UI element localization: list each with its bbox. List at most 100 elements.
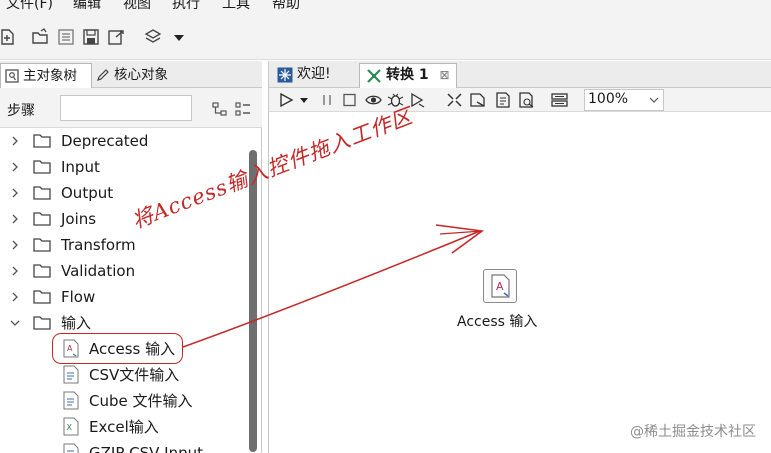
tree-step-label: CSV文件输入 <box>89 366 180 384</box>
tree-step-csv-input[interactable]: CSV文件输入 <box>0 362 248 388</box>
open-folder-icon[interactable] <box>31 28 49 46</box>
tree-folder-joins[interactable]: Joins <box>0 206 248 232</box>
replay-icon[interactable] <box>409 92 426 108</box>
canvas-node-access-input[interactable]: A <box>483 269 517 303</box>
chevron-down-icon[interactable] <box>649 96 659 104</box>
chevron-right-icon[interactable] <box>10 187 20 199</box>
tree-folder-deprecated[interactable]: Deprecated <box>0 128 248 154</box>
canvas-node-label: Access 输入 <box>457 314 538 330</box>
chevron-down-icon[interactable] <box>10 317 20 329</box>
menu-view[interactable]: 视图 <box>123 0 151 13</box>
tree-folder-transform[interactable]: Transform <box>0 232 248 258</box>
run-dropdown-icon[interactable] <box>298 92 310 108</box>
menu-run[interactable]: 执行 <box>172 0 200 13</box>
svg-text:X: X <box>67 423 73 432</box>
highlight-box <box>52 333 183 364</box>
tree-step-cube-input[interactable]: Cube 文件输入 <box>0 388 248 414</box>
transformation-editor: 欢迎! 转换 1 ⊠ 100% A Access 输入 <box>268 61 771 453</box>
left-panel-tabs: 主对象树 核心对象 <box>0 61 262 88</box>
impact-icon[interactable] <box>469 92 486 108</box>
close-tab-icon[interactable]: ⊠ <box>440 68 450 82</box>
pause-icon[interactable] <box>319 92 336 108</box>
tree-folder-label: Joins <box>61 210 97 228</box>
transform-icon <box>367 69 381 83</box>
tab-core-objects[interactable]: 核心对象 <box>92 63 190 88</box>
transformation-canvas[interactable]: A Access 输入 <box>269 112 771 453</box>
folder-icon <box>33 160 51 174</box>
tree-folder-label: Deprecated <box>61 132 149 150</box>
tab-core-objects-label: 核心对象 <box>114 67 168 83</box>
chevron-right-icon[interactable] <box>10 239 20 251</box>
menu-tools[interactable]: 工具 <box>222 0 250 13</box>
tab-main-object-tree[interactable]: 主对象树 <box>0 63 92 88</box>
tree-folder-label: Validation <box>61 262 136 280</box>
access-input-icon: A <box>491 274 510 298</box>
tab-welcome-label: 欢迎! <box>297 66 331 82</box>
left-panel: 主对象树 核心对象 步骤 Deprecated Input Output Joi… <box>0 61 262 453</box>
zoom-value: 100% <box>588 91 629 107</box>
csv-input-icon <box>63 365 79 384</box>
main-toolbar <box>0 16 771 60</box>
tree-folder-label: Transform <box>61 236 136 254</box>
tab-transformation-1-label: 转换 1 <box>386 67 429 83</box>
folder-icon <box>33 238 51 252</box>
tree-folder-flow[interactable]: Flow <box>0 284 248 310</box>
tree-icon <box>5 69 19 83</box>
tab-main-object-tree-label: 主对象树 <box>23 68 77 84</box>
tree-step-gzip-csv-input[interactable]: GZIP CSV Input <box>0 440 248 453</box>
preview-icon[interactable] <box>365 92 382 108</box>
tree-scrollbar[interactable] <box>249 150 257 452</box>
svg-text:A: A <box>496 280 504 293</box>
tree-folder-label: Output <box>61 184 114 202</box>
menu-bar: 文件(F) 编辑 视图 执行 工具 帮助 <box>0 0 771 16</box>
chevron-right-icon[interactable] <box>10 213 20 225</box>
chevron-right-icon[interactable] <box>10 265 20 277</box>
tab-welcome[interactable]: 欢迎! <box>271 63 357 88</box>
chevron-right-icon[interactable] <box>10 135 20 147</box>
tree-folder-label: Input <box>61 158 100 176</box>
steps-search-input[interactable] <box>60 95 192 121</box>
folder-icon <box>33 134 51 148</box>
run-icon[interactable] <box>278 92 295 108</box>
explore-icon[interactable] <box>57 28 75 46</box>
editor-tabs: 欢迎! 转换 1 ⊠ <box>269 61 771 88</box>
explore-db-icon[interactable] <box>518 92 535 108</box>
collapse-all-icon[interactable] <box>211 101 229 117</box>
tree-folder-validation[interactable]: Validation <box>0 258 248 284</box>
tree-folder-label: 输入 <box>61 314 92 332</box>
tab-transformation-1[interactable]: 转换 1 ⊠ <box>359 63 457 88</box>
menu-edit[interactable]: 编辑 <box>73 0 101 13</box>
welcome-icon <box>277 67 293 83</box>
save-icon[interactable] <box>82 28 100 46</box>
excel-input-icon: X <box>63 417 79 436</box>
folder-icon <box>33 290 51 304</box>
folder-icon <box>33 264 51 278</box>
tree-folder-label: Flow <box>61 288 96 306</box>
tree-step-label: Cube 文件输入 <box>89 392 193 410</box>
steps-header: 步骤 <box>0 88 262 128</box>
layers-icon[interactable] <box>144 28 162 46</box>
chevron-right-icon[interactable] <box>10 161 20 173</box>
zoom-select[interactable]: 100% <box>584 89 664 111</box>
folder-icon <box>33 316 51 330</box>
editor-toolbar: 100% <box>269 88 771 112</box>
dropdown-icon[interactable] <box>170 28 188 46</box>
menu-help[interactable]: 帮助 <box>272 0 300 13</box>
folder-icon <box>33 186 51 200</box>
gzip-csv-input-icon <box>63 443 79 453</box>
show-results-icon[interactable] <box>551 92 568 108</box>
new-file-icon[interactable] <box>0 28 16 46</box>
sql-icon[interactable] <box>494 92 511 108</box>
watermark: @稀土掘金技术社区 <box>630 424 756 440</box>
expand-all-icon[interactable] <box>234 101 252 117</box>
save-as-icon[interactable] <box>107 28 125 46</box>
tree-step-excel-input[interactable]: X Excel输入 <box>0 414 248 440</box>
verify-icon[interactable] <box>446 92 463 108</box>
stop-icon[interactable] <box>341 92 358 108</box>
tree-step-label: GZIP CSV Input <box>89 444 204 453</box>
cube-input-icon <box>63 391 79 410</box>
menu-file[interactable]: 文件(F) <box>6 0 53 13</box>
chevron-right-icon[interactable] <box>10 291 20 303</box>
tree-step-label: Excel输入 <box>89 418 159 436</box>
folder-icon <box>33 212 51 226</box>
